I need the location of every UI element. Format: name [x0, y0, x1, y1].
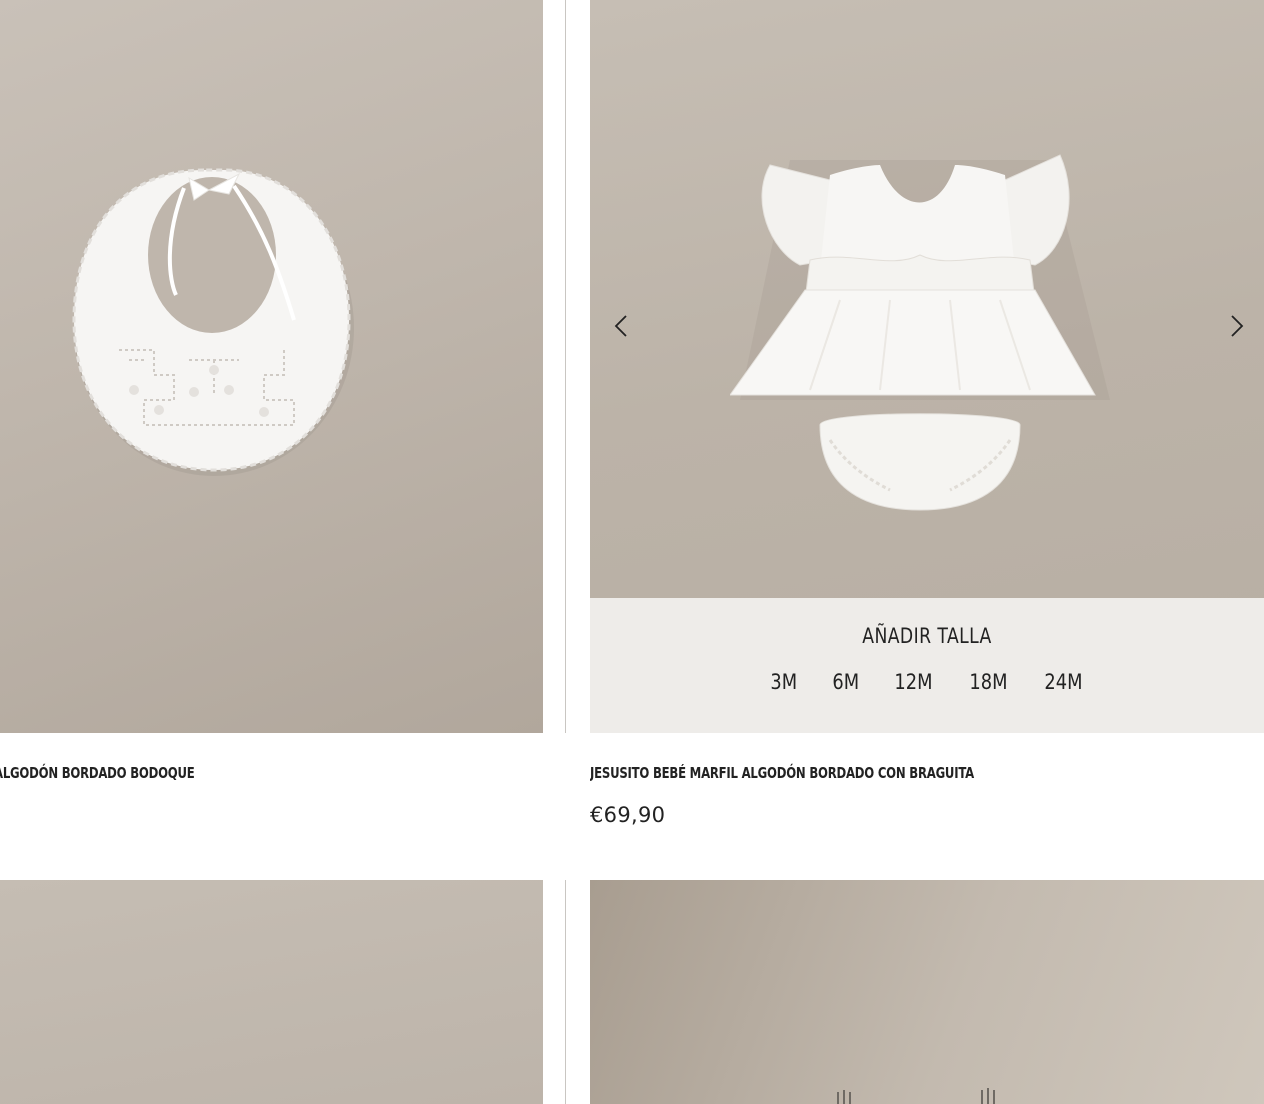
- baby-dress-image: [730, 154, 1110, 511]
- carousel-prev-button[interactable]: [606, 310, 638, 342]
- product-image-dress[interactable]: AÑADIR TALLA 3M 6M 12M 18M 24M: [590, 0, 1264, 733]
- carousel-next-button[interactable]: [1220, 310, 1252, 342]
- product-title[interactable]: JESUSITO BEBÉ MARFIL ALGODÓN BORDADO CON…: [590, 764, 974, 782]
- size-option-6m[interactable]: 6M: [829, 670, 863, 694]
- size-selector-panel: AÑADIR TALLA 3M 6M 12M 18M 24M: [590, 598, 1264, 733]
- column-divider: [565, 0, 566, 733]
- size-options: 3M 6M 12M 18M 24M: [590, 670, 1264, 694]
- product-card-row2-left[interactable]: [0, 880, 543, 1104]
- size-option-3m[interactable]: 3M: [767, 670, 801, 694]
- product-image-partial: [837, 1088, 995, 1104]
- product-image[interactable]: [0, 880, 543, 1104]
- size-option-18m[interactable]: 18M: [966, 670, 1011, 694]
- product-title[interactable]: ALGODÓN BORDADO BODOQUE: [0, 764, 195, 782]
- product-price: €69,90: [590, 803, 666, 827]
- column-divider: [565, 880, 566, 1104]
- product-card-dress[interactable]: AÑADIR TALLA 3M 6M 12M 18M 24M JESUSITO …: [590, 0, 1264, 860]
- chevron-right-icon: [1231, 315, 1244, 337]
- product-card-row2-right[interactable]: [590, 880, 1264, 1104]
- add-size-title: AÑADIR TALLA: [862, 624, 992, 648]
- product-card-bib[interactable]: ALGODÓN BORDADO BODOQUE: [0, 0, 543, 860]
- size-option-24m[interactable]: 24M: [1041, 670, 1086, 694]
- product-image[interactable]: [590, 880, 1264, 1104]
- chevron-left-icon: [614, 315, 627, 337]
- product-grid: ALGODÓN BORDADO BODOQUE AÑADIR TALLA 3M …: [0, 0, 1264, 1104]
- size-option-12m[interactable]: 12M: [891, 670, 936, 694]
- baby-bib-image: [72, 168, 354, 476]
- product-image-bib[interactable]: [0, 0, 543, 733]
